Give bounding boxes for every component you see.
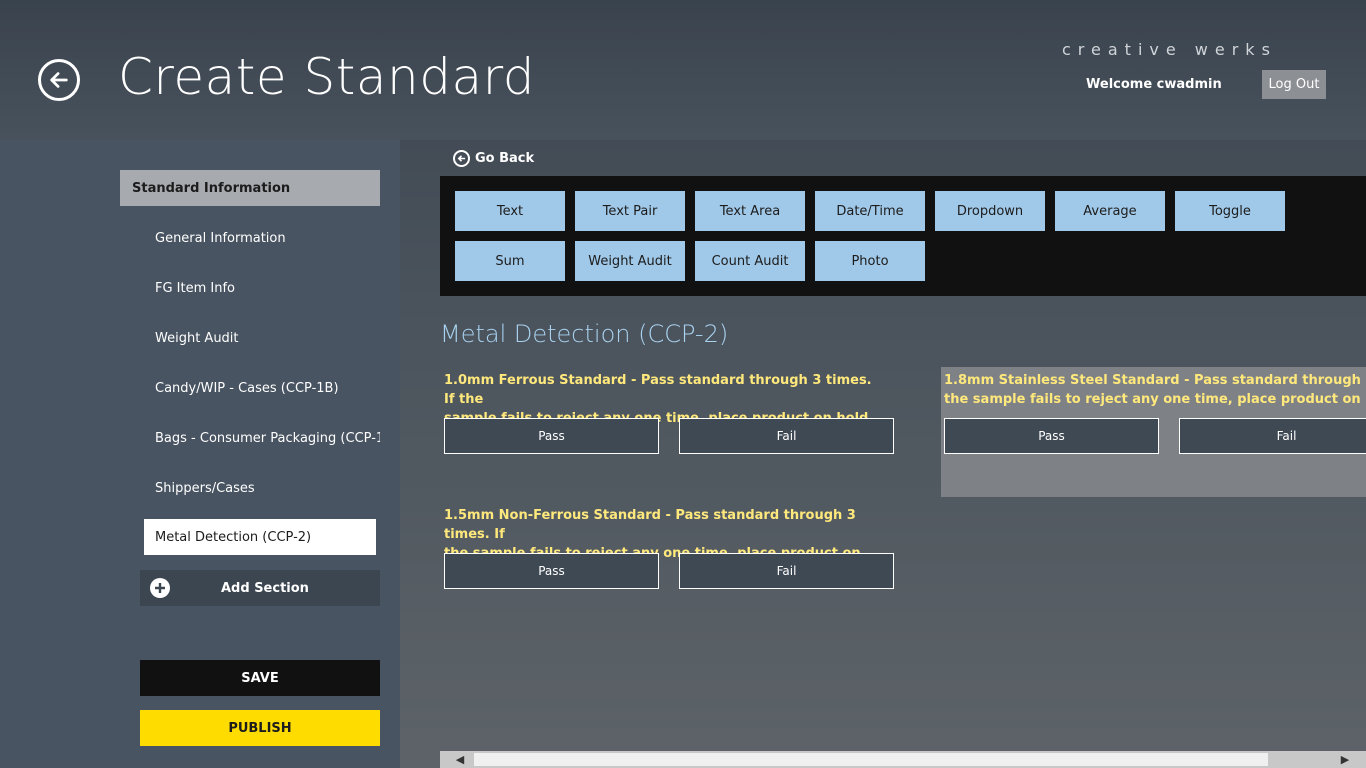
scroll-left-icon[interactable]: ◀ <box>450 751 470 768</box>
page-title: Create Standard <box>118 48 535 106</box>
save-button[interactable]: SAVE <box>140 660 380 696</box>
arrow-left-icon <box>50 72 68 88</box>
scrollbar-thumb[interactable] <box>474 753 1268 766</box>
field-label: 1.8mm Stainless Steel Standard - Pass st… <box>944 373 1366 407</box>
palette-text-pair-button[interactable]: Text Pair <box>575 191 685 231</box>
fail-button[interactable]: Fail <box>679 553 894 589</box>
go-back-link[interactable]: Go Back <box>453 149 534 167</box>
palette-weight-audit-button[interactable]: Weight Audit <box>575 241 685 281</box>
section-title: Metal Detection (CCP-2) <box>440 320 729 348</box>
app-header: Create Standard creative werks Welcome c… <box>0 0 1366 140</box>
palette-count-audit-button[interactable]: Count Audit <box>695 241 805 281</box>
field-type-palette: Text Text Pair Text Area Date/Time Dropd… <box>440 176 1366 296</box>
sidebar-item-weight-audit[interactable]: Weight Audit <box>144 320 380 356</box>
add-section-button[interactable]: Add Section <box>140 570 380 606</box>
horizontal-scrollbar[interactable]: ◀ ▶ <box>440 751 1366 768</box>
field-card[interactable]: 1.0mm Ferrous Standard - Pass standard t… <box>441 367 901 497</box>
palette-dropdown-button[interactable]: Dropdown <box>935 191 1045 231</box>
palette-toggle-button[interactable]: Toggle <box>1175 191 1285 231</box>
sidebar-item-candy-wip-cases[interactable]: Candy/WIP - Cases (CCP-1B) <box>144 370 380 406</box>
palette-text-button[interactable]: Text <box>455 191 565 231</box>
palette-text-area-button[interactable]: Text Area <box>695 191 805 231</box>
scroll-right-icon[interactable]: ▶ <box>1335 751 1355 768</box>
sidebar-item-shippers-cases[interactable]: Shippers/Cases <box>144 470 380 506</box>
welcome-text: Welcome cwadmin <box>1086 77 1222 92</box>
logout-button[interactable]: Log Out <box>1262 70 1326 99</box>
sidebar-item-fg-item-info[interactable]: FG Item Info <box>144 270 380 306</box>
sidebar-item-metal-detection[interactable]: Metal Detection (CCP-2) <box>144 519 376 555</box>
publish-button[interactable]: PUBLISH <box>140 710 380 746</box>
sidebar-item-bags-consumer-packaging[interactable]: Bags - Consumer Packaging (CCP-1B) <box>144 420 380 456</box>
palette-average-button[interactable]: Average <box>1055 191 1165 231</box>
palette-photo-button[interactable]: Photo <box>815 241 925 281</box>
palette-date-time-button[interactable]: Date/Time <box>815 191 925 231</box>
sidebar-item-general-information[interactable]: General Information <box>144 220 380 256</box>
palette-sum-button[interactable]: Sum <box>455 241 565 281</box>
sidebar-section-header[interactable]: Standard Information <box>120 170 380 206</box>
pass-button[interactable]: Pass <box>944 418 1159 454</box>
field-card-selected[interactable]: 1.8mm Stainless Steel Standard - Pass st… <box>941 367 1366 497</box>
fail-button[interactable]: Fail <box>1179 418 1366 454</box>
fail-button[interactable]: Fail <box>679 418 894 454</box>
brand-logo-text: creative werks <box>1062 40 1277 59</box>
pass-button[interactable]: Pass <box>444 553 659 589</box>
arrow-left-icon <box>453 149 470 167</box>
add-section-label: Add Section <box>221 580 309 596</box>
plus-icon <box>150 578 170 598</box>
pass-button[interactable]: Pass <box>444 418 659 454</box>
back-button[interactable] <box>38 59 80 101</box>
sidebar: Standard Information General Information… <box>0 140 400 768</box>
field-card[interactable]: 1.5mm Non-Ferrous Standard - Pass standa… <box>441 502 901 632</box>
go-back-label: Go Back <box>475 150 535 166</box>
